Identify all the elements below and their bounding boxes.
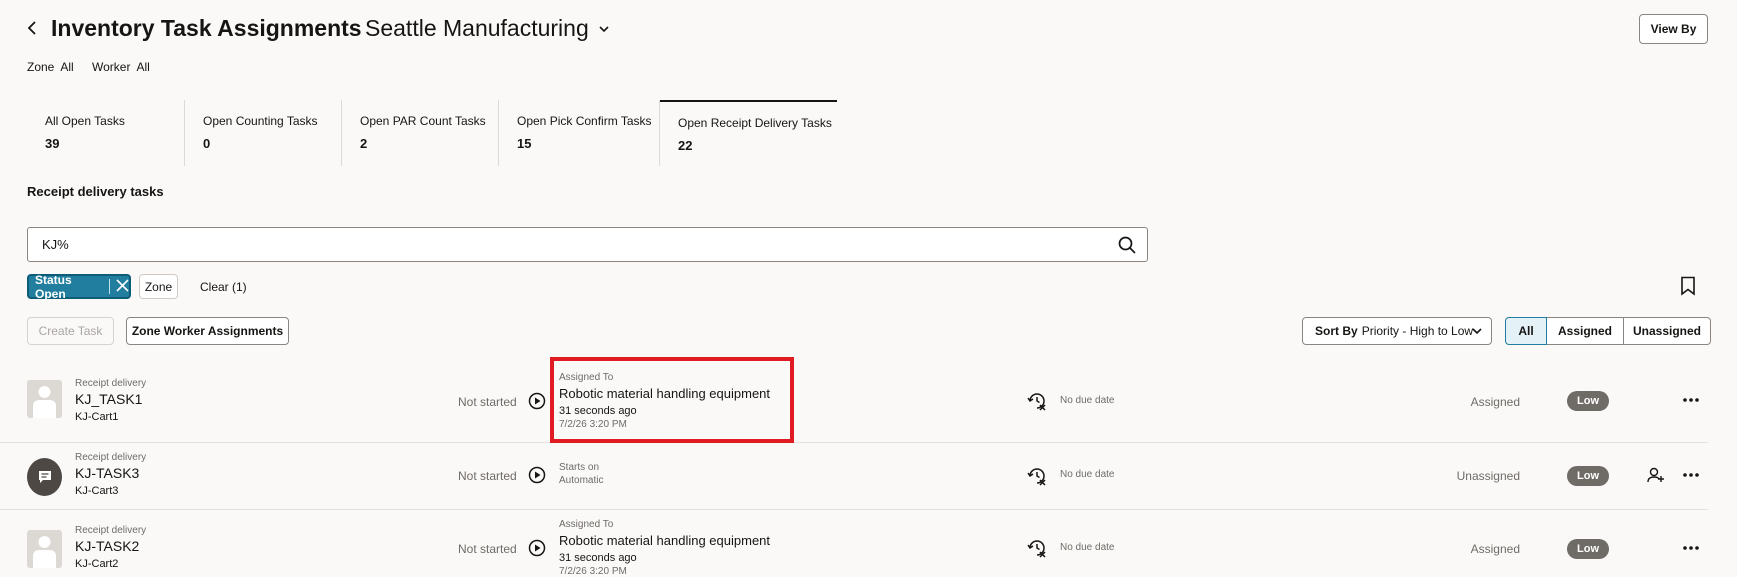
search-icon[interactable] bbox=[1117, 235, 1137, 258]
due-date: No due date bbox=[1060, 542, 1115, 553]
tile-label: Open Pick Confirm Tasks bbox=[517, 114, 652, 128]
task-cart: KJ-Cart3 bbox=[75, 485, 119, 497]
priority-badge: Low bbox=[1567, 466, 1609, 486]
priority-badge: Low bbox=[1567, 391, 1609, 411]
site-selector[interactable]: Seattle Manufacturing bbox=[365, 15, 611, 42]
task-name[interactable]: KJ-TASK2 bbox=[75, 538, 139, 554]
chevron-down-icon bbox=[597, 15, 611, 42]
sort-by-label: Sort By bbox=[1315, 324, 1358, 338]
more-options-icon[interactable] bbox=[1681, 541, 1701, 558]
view-by-button[interactable]: View By bbox=[1639, 14, 1708, 44]
assigned-date: 7/2/26 3:20 PM bbox=[559, 566, 627, 577]
tile-label: All Open Tasks bbox=[45, 114, 125, 128]
sort-by-value: Priority - High to Low bbox=[1361, 324, 1474, 338]
task-cart: KJ-Cart1 bbox=[75, 411, 119, 423]
tile-label: Open PAR Count Tasks bbox=[360, 114, 486, 128]
site-name: Seattle Manufacturing bbox=[365, 15, 589, 41]
assignment-status: Unassigned bbox=[1456, 469, 1520, 483]
page-title: Inventory Task Assignments bbox=[51, 15, 362, 41]
task-status: Not started bbox=[458, 542, 517, 556]
assignment-status: Assigned bbox=[1470, 395, 1520, 409]
due-date: No due date bbox=[1060, 469, 1115, 480]
worker-filter-value: All bbox=[136, 60, 150, 74]
assigned-to-label: Assigned To bbox=[559, 519, 614, 530]
clear-filters-link[interactable]: Clear (1) bbox=[200, 280, 247, 294]
task-type: Receipt delivery bbox=[75, 378, 147, 389]
tile-open-counting-tasks[interactable]: Open Counting Tasks 0 bbox=[185, 100, 342, 166]
search-value: KJ% bbox=[42, 237, 69, 252]
no-due-date-icon bbox=[1027, 538, 1047, 561]
zone-filter-label: Zone bbox=[27, 60, 55, 74]
starts-on-value: Automatic bbox=[559, 475, 604, 486]
play-icon[interactable] bbox=[528, 392, 546, 413]
more-options-icon[interactable] bbox=[1681, 393, 1701, 410]
avatar bbox=[27, 530, 62, 568]
table-row[interactable]: Receipt delivery KJ-TASK3 KJ-Cart3 Not s… bbox=[0, 443, 1708, 510]
no-due-date-icon bbox=[1027, 391, 1047, 414]
task-status: Not started bbox=[458, 469, 517, 483]
tile-open-pick-confirm-tasks[interactable]: Open Pick Confirm Tasks 15 bbox=[499, 100, 660, 166]
task-type: Receipt delivery bbox=[75, 525, 147, 536]
search-input[interactable]: KJ% bbox=[27, 227, 1148, 262]
sort-by-select[interactable]: Sort By Priority - High to Low bbox=[1302, 317, 1492, 345]
status-chip-label: Status Open bbox=[35, 272, 72, 301]
table-row[interactable]: Receipt delivery KJ_TASK1 KJ-Cart1 Not s… bbox=[0, 357, 1708, 443]
segment-unassigned[interactable]: Unassigned bbox=[1623, 317, 1711, 345]
tile-all-open-tasks[interactable]: All Open Tasks 39 bbox=[27, 100, 185, 166]
tile-label: Open Receipt Delivery Tasks bbox=[678, 116, 832, 130]
task-type: Receipt delivery bbox=[75, 452, 147, 463]
chevron-down-icon bbox=[1471, 325, 1483, 340]
bookmark-icon[interactable] bbox=[1680, 276, 1696, 299]
assignment-segmented-control: All Assigned Unassigned bbox=[1505, 317, 1711, 345]
play-icon[interactable] bbox=[528, 466, 546, 487]
priority-badge: Low bbox=[1567, 539, 1609, 559]
close-icon[interactable] bbox=[116, 278, 129, 295]
zone-filter-chip[interactable]: Zone bbox=[139, 274, 178, 299]
create-task-button[interactable]: Create Task bbox=[27, 317, 114, 345]
task-status: Not started bbox=[458, 395, 517, 409]
zone-filter-value: All bbox=[60, 60, 74, 74]
chip-divider bbox=[109, 279, 110, 294]
worker-filter-label: Worker bbox=[92, 60, 131, 74]
status-filter-chip[interactable]: Status Open bbox=[27, 272, 131, 301]
tile-open-receipt-delivery-tasks[interactable]: Open Receipt Delivery Tasks 22 bbox=[660, 100, 837, 166]
segment-all[interactable]: All bbox=[1505, 317, 1547, 345]
tile-count: 0 bbox=[203, 136, 211, 151]
task-name[interactable]: KJ_TASK1 bbox=[75, 391, 142, 407]
tile-count: 22 bbox=[678, 138, 693, 153]
message-icon bbox=[27, 458, 62, 496]
tile-label: Open Counting Tasks bbox=[203, 114, 318, 128]
assign-person-icon[interactable] bbox=[1647, 466, 1665, 487]
play-icon[interactable] bbox=[528, 539, 546, 560]
back-icon[interactable] bbox=[22, 18, 42, 38]
due-date: No due date bbox=[1060, 395, 1115, 406]
task-name[interactable]: KJ-TASK3 bbox=[75, 465, 139, 481]
table-row[interactable]: Receipt delivery KJ-TASK2 KJ-Cart2 Not s… bbox=[0, 510, 1708, 577]
zone-worker-assignments-button[interactable]: Zone Worker Assignments bbox=[126, 317, 289, 345]
tile-count: 2 bbox=[360, 136, 368, 151]
assignment-status: Assigned bbox=[1470, 542, 1520, 556]
highlight-annotation bbox=[550, 357, 794, 443]
assigned-to-value: Robotic material handling equipment bbox=[559, 533, 771, 548]
starts-on-label: Starts on bbox=[559, 462, 600, 473]
avatar bbox=[27, 380, 62, 418]
task-cart: KJ-Cart2 bbox=[75, 558, 119, 570]
no-due-date-icon bbox=[1027, 466, 1047, 489]
tile-open-par-count-tasks[interactable]: Open PAR Count Tasks 2 bbox=[342, 100, 499, 166]
tile-count: 39 bbox=[45, 136, 60, 151]
zone-filter[interactable]: Zone All bbox=[27, 60, 74, 74]
segment-assigned[interactable]: Assigned bbox=[1546, 317, 1624, 345]
tile-count: 15 bbox=[517, 136, 532, 151]
assigned-time: 31 seconds ago bbox=[559, 552, 637, 564]
worker-filter[interactable]: Worker All bbox=[92, 60, 150, 74]
more-options-icon[interactable] bbox=[1681, 468, 1701, 485]
section-title: Receipt delivery tasks bbox=[27, 184, 164, 199]
